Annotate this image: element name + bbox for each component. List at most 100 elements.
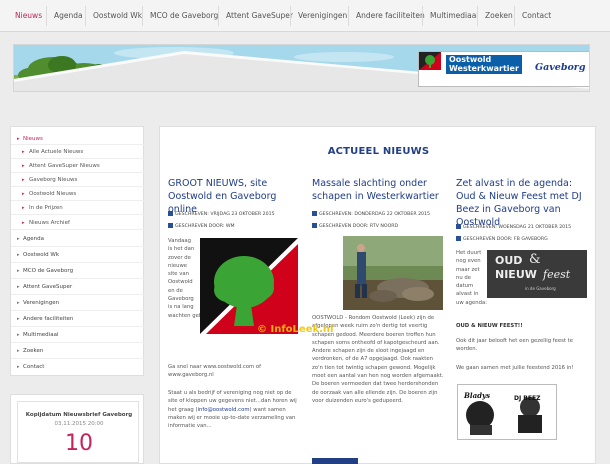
- sidebar-item-in-de-prijzen[interactable]: ▸ In de Prijzen: [11, 202, 145, 215]
- sidebar-item-zoeken[interactable]: ▸ Zoeken: [11, 344, 145, 359]
- flyer-ampersand: &: [529, 252, 541, 267]
- nav-divider: [514, 6, 515, 26]
- top-navigation: Nieuws Agenda Oostwold Wk MCO de Gavebor…: [0, 0, 610, 32]
- article-author: GESCHREVEN DOOR: WM: [168, 223, 235, 229]
- sidebar-item-andere-faciliteiten[interactable]: ▸ Andere faciliteiten: [11, 312, 145, 327]
- flyer-title-feest: feest: [543, 268, 571, 281]
- article-date: GESCHREVEN: DONDERDAG 22 OKTOBER 2015: [312, 211, 430, 217]
- user-icon: [168, 223, 173, 228]
- body-line: uw agenda:: [456, 299, 487, 306]
- nav-item-oostwold-wk[interactable]: Oostwold Wk: [93, 0, 142, 32]
- body-line: maar zet: [456, 266, 480, 273]
- dj-script-name: Bladys: [464, 391, 491, 400]
- triangle-icon: ▸: [22, 163, 25, 169]
- sheep-photo: [343, 236, 443, 310]
- nav-item-attent-gavesuper[interactable]: Attent GaveSuper: [226, 0, 293, 32]
- triangle-icon: ▸: [17, 364, 20, 370]
- calendar-icon: [312, 211, 317, 216]
- article-date-text: GESCHREVEN: DONDERDAG 22 OKTOBER 2015: [319, 212, 430, 217]
- article-title[interactable]: Massale slachting onder schapen in Weste…: [312, 177, 444, 203]
- article-date-text: GESCHREVEN: WOENSDAG 21 OKTOBER 2015: [463, 225, 572, 230]
- newsletter-title: Kopijdatum Nieuwsbrief Gaveborg: [25, 412, 133, 418]
- flyer-subtitle: in de Gaveborg: [525, 286, 556, 291]
- newsletter-date: 03.11.2015 20:00: [54, 421, 104, 427]
- article-image-thumb: [312, 458, 358, 464]
- sidebar-item-label: Multimediaal: [23, 332, 59, 338]
- sidebar-item-label: Alle Actuele Nieuws: [29, 149, 84, 155]
- triangle-icon: ▸: [17, 136, 20, 142]
- triangle-icon: ▸: [17, 268, 20, 274]
- sidebar-item-label: Zoeken: [23, 348, 44, 354]
- triangle-icon: ▸: [17, 348, 20, 354]
- nav-item-verenigingen[interactable]: Verenigingen: [298, 0, 347, 32]
- article-title[interactable]: Zet alvast in de agenda: Oud & Nieuw Fee…: [456, 177, 588, 229]
- gaveborg-brand: Gaveborg: [535, 62, 586, 73]
- article-author-text: GESCHREVEN DOOR: WM: [175, 224, 235, 229]
- triangle-icon: ▸: [17, 316, 20, 322]
- sidebar-item-contact[interactable]: ▸ Contact: [11, 360, 145, 375]
- article-date-text: GESCHREVEN: VRIJDAG 23 OKTOBER 2015: [175, 212, 275, 217]
- infoleek-watermark: © InfoLeek.nl: [257, 324, 334, 335]
- logo-title-line2: Westerkwartier: [449, 63, 519, 73]
- newsletter-box: Kopijdatum Nieuwsbrief Gaveborg 03.11.20…: [17, 401, 139, 463]
- sidebar-item-nieuws-archief[interactable]: ▸ Nieuws Archief: [11, 216, 145, 230]
- main-content: ACTUEEL NIEUWS GROOT NIEUWS, site Oostwo…: [159, 126, 596, 464]
- triangle-icon: ▸: [22, 191, 25, 197]
- nav-item-mco-de-gaveborg[interactable]: MCO de Gaveborg: [150, 0, 218, 32]
- article-author-text: GESCHREVEN DOOR: FB GAVEBORG: [463, 237, 548, 242]
- nav-item-nieuws[interactable]: Nieuws: [15, 0, 42, 32]
- article-oud-nieuw-feest: Zet alvast in de agenda: Oud & Nieuw Fee…: [456, 177, 588, 229]
- article-body-p2: Ga snel naar www.oostwold.com of www.gav…: [168, 364, 261, 379]
- nav-divider: [85, 6, 86, 26]
- nav-divider: [422, 6, 423, 26]
- email-link[interactable]: info@oostwold.com: [198, 407, 250, 413]
- sidebar-item-verenigingen[interactable]: ▸ Verenigingen: [11, 296, 145, 311]
- nav-divider: [348, 6, 349, 26]
- article-subhead: OUD & NIEUW FEEST!!: [456, 323, 523, 329]
- article-author: GESCHREVEN DOOR: FB GAVEBORG: [456, 236, 548, 242]
- header-banner[interactable]: Oostwold Westerkwartier Gaveborg: [13, 44, 590, 92]
- nav-item-andere-faciliteiten[interactable]: Andere faciliteiten: [356, 0, 425, 32]
- sidebar-item-label: MCO de Gaveborg: [23, 268, 74, 274]
- nav-item-multimediaal[interactable]: Multimediaal: [430, 0, 478, 32]
- body-line: Het duurt: [456, 250, 482, 256]
- user-icon: [312, 223, 317, 228]
- nav-item-contact[interactable]: Contact: [522, 0, 551, 32]
- body-line: nu de: [456, 274, 472, 281]
- newsletter-countdown: 10: [65, 431, 93, 456]
- nav-item-agenda[interactable]: Agenda: [54, 0, 83, 32]
- sidebar-item-attent-gavesuper[interactable]: ▸ Attent GaveSuper: [11, 280, 145, 295]
- article-date: GESCHREVEN: WOENSDAG 21 OKTOBER 2015: [456, 224, 571, 230]
- article-date: GESCHREVEN: VRIJDAG 23 OKTOBER 2015: [168, 211, 275, 217]
- nav-item-zoeken[interactable]: Zoeken: [485, 0, 513, 32]
- sidebar-item-label: Attent GaveSuper: [23, 284, 73, 290]
- sidebar-item-label: Andere faciliteiten: [23, 316, 74, 322]
- sidebar-item-mco-de-gaveborg[interactable]: ▸ MCO de Gaveborg: [11, 264, 145, 279]
- user-icon: [456, 236, 461, 241]
- nav-divider: [218, 6, 219, 26]
- sidebar-item-label: Oostwold Nieuws: [29, 191, 77, 197]
- article-body-wrap: Het duurt nog even maar zet nu de datum …: [456, 249, 490, 307]
- dj-beez-image: Bladys DJ BEEZ: [457, 384, 557, 440]
- triangle-icon: ▸: [17, 284, 20, 290]
- sidebar-item-oostwold-wk[interactable]: ▸ Oostwold Wk: [11, 248, 145, 263]
- sidebar-item-nieuws[interactable]: ▸ Nieuws: [11, 133, 145, 145]
- sidebar-item-agenda[interactable]: ▸ Agenda: [11, 231, 145, 247]
- sidebar-item-gaveborg-nieuws[interactable]: ▸ Gaveborg Nieuws: [11, 174, 145, 187]
- sidebar-item-multimediaal[interactable]: ▸ Multimediaal: [11, 328, 145, 343]
- sidebar-item-attent-gavesuper-nieuws[interactable]: ▸ Attent GaveSuper Nieuws: [11, 160, 145, 173]
- nav-divider: [477, 6, 478, 26]
- oostwold-gaveborg-logo[interactable]: Oostwold Westerkwartier Gaveborg: [418, 51, 589, 87]
- sidebar-item-label: Nieuws Archief: [29, 220, 70, 226]
- sidebar-item-label: Agenda: [23, 236, 44, 242]
- sidebar-menu: ▸ Nieuws ▸ Alle Actuele Nieuws ▸ Attent …: [10, 126, 145, 376]
- sidebar-item-oostwold-nieuws[interactable]: ▸ Oostwold Nieuws: [11, 188, 145, 201]
- article-body-p3: Staat u als bedrijf of vereniging nog ni…: [168, 389, 300, 430]
- triangle-icon: ▸: [17, 332, 20, 338]
- body-line: datum: [456, 283, 474, 290]
- sidebar-item-alle-actuele-nieuws[interactable]: ▸ Alle Actuele Nieuws: [11, 146, 145, 159]
- article-body-p2: Ook dit jaar belooft het een gezellig fe…: [456, 338, 573, 353]
- triangle-icon: ▸: [22, 177, 25, 183]
- oostwold-logo-image: [200, 238, 298, 334]
- flyer-title-oud: OUD: [495, 254, 523, 267]
